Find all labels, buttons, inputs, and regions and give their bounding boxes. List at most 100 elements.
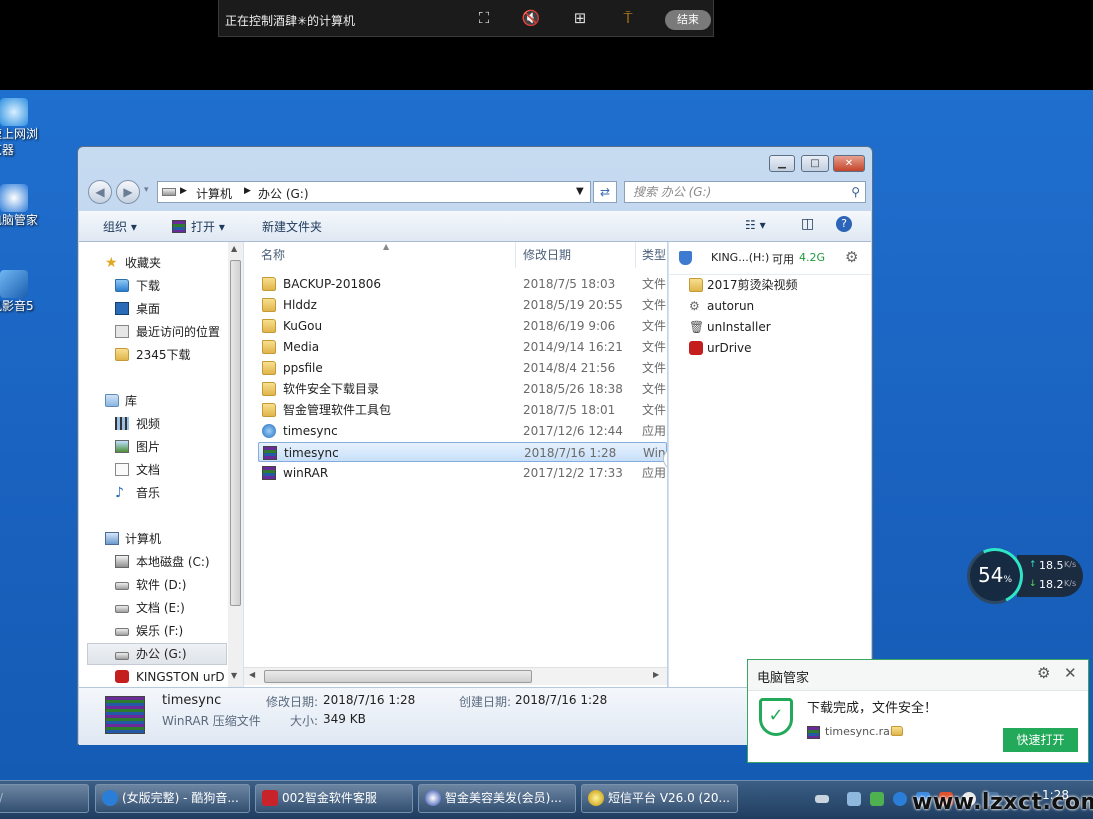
nav-libraries[interactable]: 库 <box>79 390 229 412</box>
close-button[interactable]: ✕ <box>833 155 865 172</box>
file-hscroll-thumb[interactable] <box>264 670 532 683</box>
minimize-button[interactable]: ▁ <box>769 155 795 172</box>
column-type[interactable]: 类型 <box>642 242 667 268</box>
help-icon[interactable]: ? <box>836 216 852 232</box>
file-row[interactable]: BACKUP-201806 2018/7/5 18:03 文件 <box>258 274 667 294</box>
taskbar-item-support[interactable]: 002智金软件客服 <box>255 784 413 813</box>
nav-item-music[interactable]: ♪ 音乐 <box>79 482 229 504</box>
column-date[interactable]: 修改日期 <box>523 242 636 268</box>
nav-item-2345[interactable]: 2345下载 <box>79 344 229 366</box>
nav-scroll-thumb[interactable] <box>230 260 241 606</box>
notification-file[interactable]: timesync.rar <box>825 725 894 738</box>
search-icon: ⚲ <box>851 185 860 199</box>
file-row[interactable]: 智金管理软件工具包 2018/7/5 18:01 文件 <box>258 400 667 420</box>
nav-scrollbar[interactable]: ▲ ▼ <box>228 242 243 687</box>
history-dropdown-icon[interactable]: ▾ <box>144 185 149 195</box>
taskbar-item-sms[interactable]: 短信平台 V26.0 (20... <box>581 784 738 813</box>
nav-item-downloads[interactable]: 下载 <box>79 275 229 297</box>
video-icon <box>115 417 129 430</box>
keyboard-icon[interactable] <box>815 795 829 803</box>
desktop-icon-browser[interactable]: 速上网浏览器 <box>0 98 50 158</box>
gear-icon[interactable]: ⚙ <box>845 248 858 266</box>
file-date: 2018/7/16 1:28 <box>524 446 617 460</box>
kugou-tray-icon[interactable] <box>893 792 907 806</box>
file-row[interactable]: Hlddz 2018/5/19 20:55 文件 <box>258 295 667 315</box>
security-tray-icon[interactable] <box>870 792 884 806</box>
upload-rate: 18.5 <box>1039 559 1064 572</box>
zhijin-icon <box>262 789 278 806</box>
nav-drive-d[interactable]: 软件 (D:) <box>79 574 229 596</box>
detail-modified-label: 修改日期: <box>266 695 319 709</box>
nav-favorites[interactable]: ★ 收藏夹 <box>79 252 229 274</box>
quick-open-button[interactable]: 快速打开 <box>1003 728 1078 752</box>
nav-label: 娱乐 (F:) <box>136 624 184 638</box>
address-dropdown-icon[interactable]: ▼ <box>576 186 584 197</box>
desktop-icon-player[interactable]: 风影音5 <box>0 270 50 314</box>
nav-drive-e[interactable]: 文档 (E:) <box>79 597 229 619</box>
nav-item-pictures[interactable]: 图片 <box>79 436 229 458</box>
nav-item-recent[interactable]: 最近访问的位置 <box>79 321 229 343</box>
downloads-icon <box>115 279 129 292</box>
scroll-right-icon[interactable]: ▶ <box>653 670 659 679</box>
winrar-archive-icon <box>263 446 277 460</box>
file-row[interactable]: Media 2014/9/14 16:21 文件 <box>258 337 667 357</box>
nav-item-videos[interactable]: 视频 <box>79 413 229 435</box>
scroll-down-icon[interactable]: ▼ <box>231 671 237 680</box>
preview-pane-icon[interactable]: ◫ <box>801 216 814 232</box>
scroll-up-icon[interactable]: ▲ <box>231 244 237 253</box>
taskbar-item-partial[interactable]: :/ <box>0 784 89 813</box>
file-row[interactable]: ppsfile 2014/8/4 21:56 文件 <box>258 358 667 378</box>
open-button[interactable]: 打开 ▾ <box>191 218 225 235</box>
file-row[interactable]: timesync 2017/12/6 12:44 应用 <box>258 421 667 441</box>
nav-drive-c[interactable]: 本地磁盘 (C:) <box>79 551 229 573</box>
end-session-button[interactable]: 结束 <box>665 10 711 30</box>
view-options-icon[interactable]: ☷ ▾ <box>745 218 766 232</box>
breadcrumb-current[interactable]: 办公 (G:) <box>258 185 309 202</box>
taskbar-item-label: (女版完整) - 酷狗音... <box>122 791 239 805</box>
desktop-icon-pc-manager[interactable]: 电脑管家 <box>0 184 50 228</box>
nav-drive-f[interactable]: 娱乐 (F:) <box>79 620 229 642</box>
file-row[interactable]: winRAR 2017/12/2 17:33 应用 <box>258 463 667 483</box>
file-name: timesync <box>283 424 338 438</box>
file-row[interactable]: timesync 2018/7/16 1:28 Win <box>258 442 667 462</box>
search-input[interactable]: 搜索 办公 (G:) ⚲ <box>624 181 866 203</box>
folder-icon[interactable] <box>891 726 903 736</box>
nav-drive-kingston[interactable]: KINGSTON urD <box>79 666 229 687</box>
preview-drive-label: KING...(H:) <box>711 251 770 264</box>
window-mode-icon[interactable]: ⊞ <box>570 9 590 27</box>
pin-icon[interactable]: ⍑ <box>618 9 638 27</box>
nav-label: 图片 <box>136 440 161 454</box>
scroll-left-icon[interactable]: ◀ <box>249 670 255 679</box>
nav-label: 软件 (D:) <box>136 578 187 592</box>
file-name: BACKUP-201806 <box>283 277 382 291</box>
close-icon[interactable]: ✕ <box>1064 664 1077 682</box>
nav-drive-g[interactable]: 办公 (G:) <box>87 643 227 665</box>
file-row[interactable]: 软件安全下载目录 2018/5/26 18:38 文件 <box>258 379 667 399</box>
fullscreen-icon[interactable]: ⛶ <box>474 9 494 27</box>
new-folder-button[interactable]: 新建文件夹 <box>262 218 322 235</box>
file-name: winRAR <box>283 466 329 480</box>
file-hscrollbar[interactable]: ◀ ▶ <box>244 667 667 685</box>
taskbar-item-kugou[interactable]: (女版完整) - 酷狗音... <box>95 784 250 813</box>
back-button[interactable]: ◀ <box>88 180 112 204</box>
nav-item-documents[interactable]: 文档 <box>79 459 229 481</box>
maximize-button[interactable]: □ <box>801 155 829 172</box>
column-name[interactable]: 名称 ▲ <box>261 242 516 268</box>
nav-label: 视频 <box>136 417 161 431</box>
nav-label: 文档 (E:) <box>136 601 185 615</box>
forward-button[interactable]: ▶ <box>116 180 140 204</box>
organize-button[interactable]: 组织 ▾ <box>103 218 137 235</box>
mute-icon[interactable]: 🔇 <box>521 9 541 27</box>
breadcrumb-computer[interactable]: 计算机 <box>196 185 232 202</box>
network-speed-widget[interactable]: ↑ 18.5 K/s ↓ 18.2 K/s 54% <box>967 548 1085 606</box>
detail-type: WinRAR 压缩文件 <box>162 714 261 728</box>
media-player-icon <box>0 270 28 298</box>
gear-icon[interactable]: ⚙ <box>1037 664 1050 682</box>
taskbar-item-salon[interactable]: 智金美容美发(会员)... <box>418 784 576 813</box>
refresh-button[interactable]: ⇄ <box>593 181 617 203</box>
usb-tray-icon[interactable] <box>847 792 861 806</box>
address-bar[interactable]: ▶ 计算机 ▶ 办公 (G:) ▼ <box>157 181 591 203</box>
file-row[interactable]: KuGou 2018/6/19 9:06 文件 <box>258 316 667 336</box>
nav-computer[interactable]: 计算机 <box>79 528 229 550</box>
nav-item-desktop[interactable]: 桌面 <box>79 298 229 320</box>
